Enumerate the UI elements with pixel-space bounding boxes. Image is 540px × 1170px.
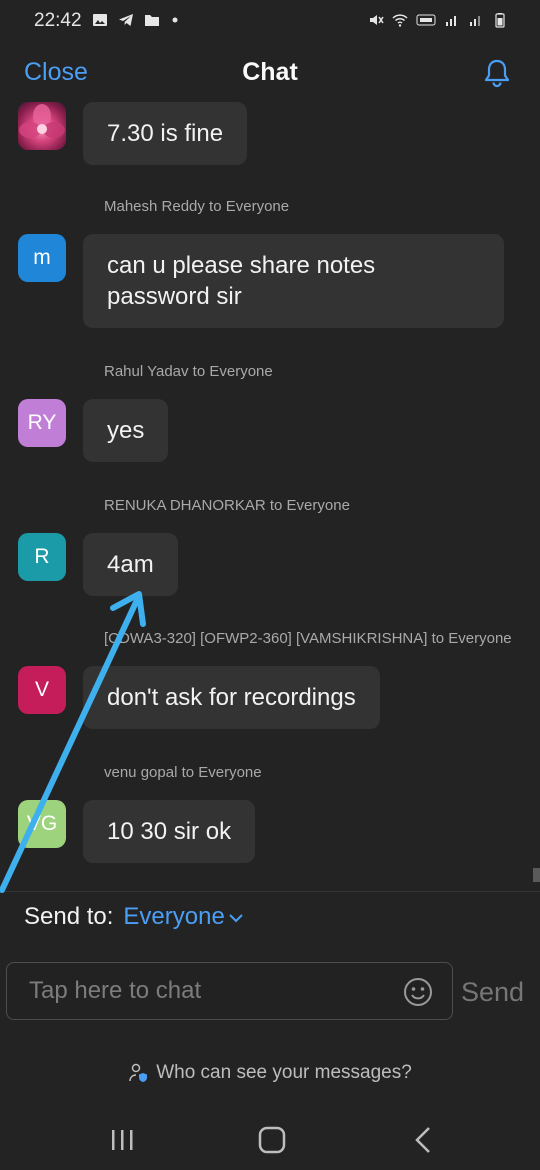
send-button[interactable]: Send <box>461 977 524 1008</box>
back-icon[interactable] <box>404 1120 444 1160</box>
send-to-selector: Send to: Everyone <box>24 903 245 931</box>
chat-input[interactable] <box>29 963 389 1019</box>
emoji-icon[interactable] <box>402 976 434 1008</box>
avatar[interactable]: m <box>18 234 66 282</box>
chevron-down-icon[interactable] <box>227 912 245 924</box>
volte-icon <box>416 14 436 26</box>
message-sender: [CDWA3-320] [OFWP2-360] [VAMSHIKRISHNA] … <box>104 630 512 647</box>
message-sender: Rahul Yadav to Everyone <box>104 363 273 380</box>
message-sender: Mahesh Reddy to Everyone <box>104 198 290 215</box>
wifi-icon <box>392 14 408 27</box>
signal-icon-2 <box>470 16 480 26</box>
status-time: 22:42 <box>34 10 82 31</box>
flower-avatar-image <box>19 104 65 138</box>
battery-icon <box>495 13 505 28</box>
scrollbar[interactable] <box>533 868 540 882</box>
signal-icon <box>446 16 456 26</box>
chat-input-box <box>6 962 453 1020</box>
message-bubble[interactable]: 10 30 sir ok <box>83 800 256 863</box>
system-status-icons <box>368 12 508 28</box>
message-bubble[interactable]: can u please share notes password sir <box>83 234 504 328</box>
avatar[interactable] <box>18 102 66 150</box>
privacy-link[interactable]: Who can see your messages? <box>0 1062 540 1084</box>
home-icon[interactable] <box>252 1120 292 1160</box>
mute-icon <box>370 15 384 25</box>
chat-header: Close Chat <box>0 44 540 102</box>
message-list[interactable]: 7.30 is fine Mahesh Reddy to Everyone m … <box>0 102 540 890</box>
avatar[interactable]: V <box>18 666 66 714</box>
close-button[interactable]: Close <box>24 58 88 87</box>
avatar[interactable]: VG <box>18 800 66 848</box>
send-to-label: Send to: <box>24 903 114 930</box>
status-bar: 22:42 <box>0 0 540 44</box>
send-to-dropdown[interactable]: Everyone <box>123 903 224 931</box>
avatar[interactable]: RY <box>18 399 66 447</box>
user-shield-icon <box>129 1063 148 1082</box>
message-sender: RENUKA DHANORKAR to Everyone <box>104 497 350 514</box>
dot-icon <box>172 17 178 23</box>
notification-icons <box>92 12 180 28</box>
message-bubble[interactable]: 4am <box>83 533 178 596</box>
bell-icon[interactable] <box>481 57 513 89</box>
avatar[interactable]: R <box>18 533 66 581</box>
message-sender: venu gopal to Everyone <box>104 764 262 781</box>
privacy-label: Who can see your messages? <box>156 1062 412 1083</box>
recent-apps-icon[interactable] <box>102 1120 142 1160</box>
message-bubble[interactable]: yes <box>83 399 169 462</box>
gallery-icon <box>93 14 107 26</box>
divider <box>0 891 540 892</box>
folder-icon <box>145 15 159 26</box>
telegram-icon <box>119 14 133 26</box>
navigation-bar <box>0 1110 540 1170</box>
message-bubble[interactable]: 7.30 is fine <box>83 102 248 165</box>
message-bubble[interactable]: don't ask for recordings <box>83 666 380 729</box>
